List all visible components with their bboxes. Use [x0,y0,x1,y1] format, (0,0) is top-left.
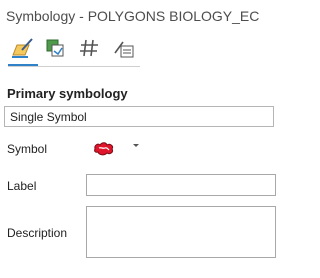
description-input[interactable] [86,206,276,258]
paintbrush-fill-icon [12,38,33,58]
tab-strip-divider [8,66,140,67]
chevron-down-icon [133,144,139,147]
primary-symbology-select[interactable]: Single Symbol [4,106,274,127]
tab-symbol-layer-drawing[interactable] [76,34,102,62]
polygon-symbol-icon [94,142,113,156]
primary-symbology-heading: Primary symbology [7,86,128,101]
hash-grid-icon [80,39,98,57]
label-field-label: Label [7,179,37,193]
symbology-tab-strip [8,34,143,68]
tab-advanced-options[interactable] [110,34,136,62]
layered-squares-icon [46,39,64,57]
label-input[interactable] [86,174,276,196]
tab-vary-symbology[interactable] [42,34,68,62]
symbology-pane: Symbology - POLYGONS BIOLOGY_EC Primary … [0,0,276,278]
symbol-label: Symbol [7,142,48,156]
pen-list-icon [114,41,134,58]
description-field-label: Description [7,226,68,240]
primary-symbology-select-value: Single Symbol [10,110,87,124]
pane-title: Symbology - POLYGONS BIOLOGY_EC [6,8,260,24]
symbol-dropdown-button[interactable] [130,140,142,152]
symbol-swatch[interactable] [92,140,116,158]
tab-primary-symbology[interactable] [8,34,34,62]
